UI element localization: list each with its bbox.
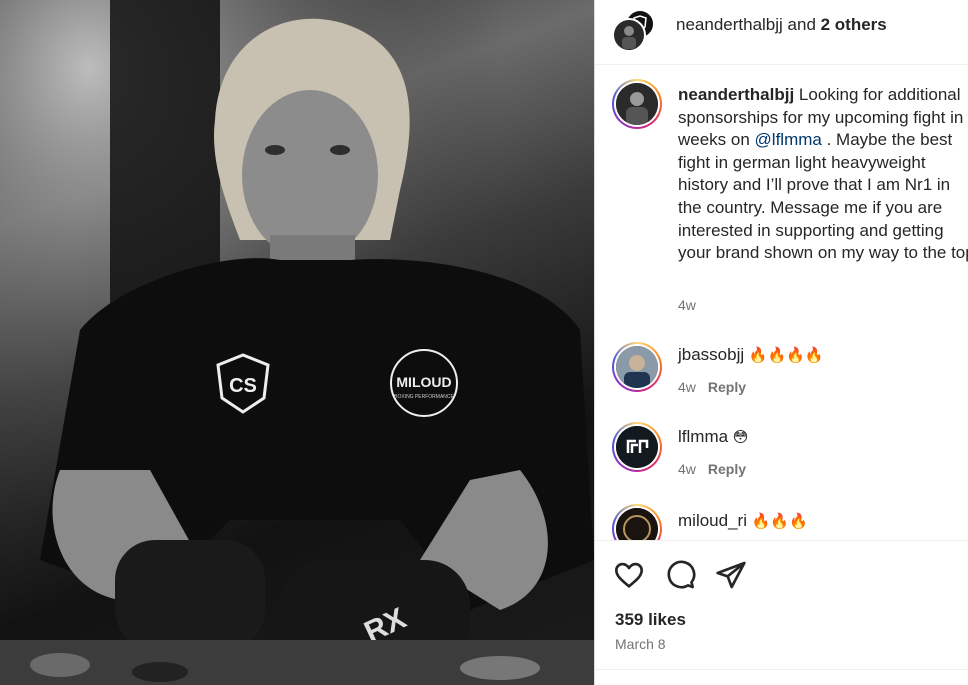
post-caption: neanderthalbjj Looking for additional sp… xyxy=(678,84,968,265)
header-and: and xyxy=(782,15,821,34)
avatar-neanderthalbjj xyxy=(612,18,646,52)
comment-meta: 4w Reply xyxy=(678,379,746,395)
comments-list[interactable]: neanderthalbjj Looking for additional sp… xyxy=(595,64,968,540)
divider xyxy=(595,669,968,670)
header-username[interactable]: neanderthalbjj xyxy=(676,15,783,34)
post-side-panel: neanderthalbjj and 2 others neanderthalb… xyxy=(594,0,968,685)
caption-time[interactable]: 4w xyxy=(678,297,696,313)
comment-miloud-ri: miloud_ri 🔥🔥🔥 xyxy=(678,510,808,532)
caption-text-2: . Maybe the best fight in german light h… xyxy=(678,130,968,263)
header-collab-names: neanderthalbjj and 2 others xyxy=(676,14,887,36)
reply-button[interactable]: Reply xyxy=(708,379,746,395)
post-actions: 359 likes March 8 xyxy=(595,540,968,685)
comment-meta: 4w Reply xyxy=(678,461,746,477)
shirt-logo-miloud: MILOUD xyxy=(396,374,451,390)
comment-text: 🔥🔥🔥 xyxy=(751,512,808,530)
caption-username[interactable]: neanderthalbjj xyxy=(678,85,794,104)
post-header: neanderthalbjj and 2 others xyxy=(595,0,968,65)
reply-button[interactable]: Reply xyxy=(708,461,746,477)
comment-text: 😳 xyxy=(732,428,749,446)
comment-time[interactable]: 4w xyxy=(678,461,696,477)
share-icon[interactable] xyxy=(715,559,747,591)
post-date[interactable]: March 8 xyxy=(615,636,666,652)
comment-avatar-jbassobjj[interactable] xyxy=(612,342,662,392)
caption-mention-link[interactable]: @lflmma xyxy=(755,130,822,149)
comment-username[interactable]: jbassobjj xyxy=(678,345,744,364)
comment-avatar-lflmma[interactable] xyxy=(612,422,662,472)
post-image[interactable]: CS MILOUD BOXING PERFORMANCE RX xyxy=(0,0,594,685)
collab-avatars[interactable] xyxy=(612,6,658,52)
comment-username[interactable]: miloud_ri xyxy=(678,511,747,530)
comment-avatar-miloud-ri[interactable] xyxy=(612,504,662,540)
post-photo: CS MILOUD BOXING PERFORMANCE RX xyxy=(0,0,594,685)
comment-text: 🔥🔥🔥🔥 xyxy=(748,346,824,364)
heart-icon[interactable] xyxy=(613,559,645,591)
shirt-logo-cs: CS xyxy=(229,375,257,397)
shirt-logo-miloud-sub: BOXING PERFORMANCE xyxy=(394,394,454,400)
comment-lflmma: lflmma 😳 xyxy=(678,426,748,448)
caption-avatar[interactable] xyxy=(612,79,662,129)
comment-icon[interactable] xyxy=(664,559,696,591)
comment-username[interactable]: lflmma xyxy=(678,427,728,446)
header-others-link[interactable]: 2 others xyxy=(821,15,887,34)
likes-count[interactable]: 359 likes xyxy=(615,610,686,630)
comment-jbassobjj: jbassobjj 🔥🔥🔥🔥 xyxy=(678,344,824,366)
comment-time[interactable]: 4w xyxy=(678,379,696,395)
